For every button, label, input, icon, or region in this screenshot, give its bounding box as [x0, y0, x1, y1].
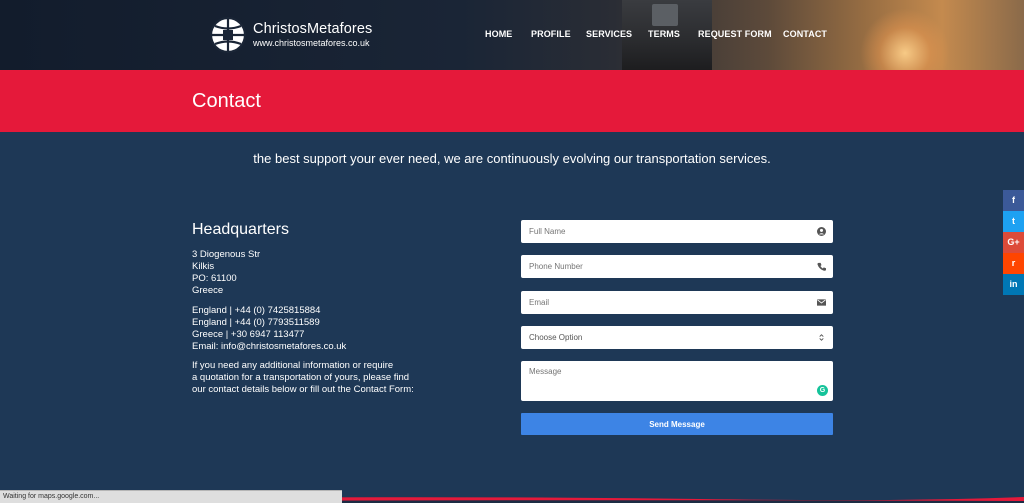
- phone-input[interactable]: [521, 255, 833, 278]
- hq-address-line: 3 Diogenous Str: [192, 249, 261, 260]
- hq-address-line: Kilkis: [192, 261, 215, 272]
- google-plus-icon[interactable]: G+: [1003, 232, 1024, 253]
- send-message-button[interactable]: Send Message: [521, 413, 833, 435]
- nav-profile[interactable]: PROFILE: [531, 29, 571, 39]
- sunset-glow: [860, 8, 950, 70]
- phone-field: [521, 255, 833, 278]
- hq-contact-line: England | +44 (0) 7793511589: [192, 317, 320, 328]
- hq-info-line: a quotation for a transportation of your…: [192, 372, 410, 383]
- option-select-field: Choose Option: [521, 326, 833, 349]
- nav-services[interactable]: SERVICES: [586, 29, 632, 39]
- grammarly-icon[interactable]: G: [817, 385, 828, 396]
- hq-address-line: Greece: [192, 285, 224, 296]
- hq-info-line: If you need any additional information o…: [192, 360, 394, 371]
- nav-contact[interactable]: CONTACT: [783, 29, 827, 39]
- envelope-icon: [817, 299, 826, 306]
- browser-status-bar: Waiting for maps.google.com...: [0, 490, 342, 503]
- hq-email-line[interactable]: Email: info@christosmetafores.co.uk: [192, 341, 346, 353]
- linkedin-icon[interactable]: in: [1003, 274, 1024, 295]
- hq-address-line: PO: 61100: [192, 273, 237, 284]
- hq-contact-line: Greece | +30 6947 113477: [192, 329, 305, 340]
- hq-title: Headquarters: [192, 221, 289, 238]
- updown-chevron-icon: [819, 334, 824, 341]
- email-field: [521, 291, 833, 314]
- nav-home[interactable]: HOME: [485, 29, 512, 39]
- page-title: Contact: [192, 90, 261, 112]
- email-input[interactable]: [521, 291, 833, 314]
- reddit-icon[interactable]: r: [1003, 253, 1024, 274]
- brand-name[interactable]: ChristosMetafores: [253, 21, 372, 37]
- nav-request-form[interactable]: REQUEST FORM: [698, 29, 772, 39]
- hq-contact-line: England | +44 (0) 7425815884: [192, 305, 321, 316]
- full-name-input[interactable]: [521, 220, 833, 243]
- message-input[interactable]: [521, 361, 833, 401]
- user-icon: [817, 227, 826, 236]
- nav-terms[interactable]: TERMS: [648, 29, 680, 39]
- globe-logo-icon[interactable]: [210, 17, 246, 53]
- brand-url: www.christosmetafores.co.uk: [253, 38, 370, 48]
- phone-icon: [817, 262, 826, 271]
- option-select[interactable]: Choose Option: [529, 333, 582, 342]
- site-header: ChristosMetafores www.christosmetafores.…: [0, 0, 1024, 70]
- twitter-icon[interactable]: t: [1003, 211, 1024, 232]
- hq-info-line: our contact details below or fill out th…: [192, 384, 414, 395]
- full-name-field: [521, 220, 833, 243]
- tagline: the best support your ever need, we are …: [253, 151, 771, 166]
- page-banner: Contact: [0, 70, 1024, 132]
- facebook-icon[interactable]: f: [1003, 190, 1024, 211]
- social-share-bar: f t G+ r in: [1003, 190, 1024, 295]
- message-field: G: [521, 361, 833, 401]
